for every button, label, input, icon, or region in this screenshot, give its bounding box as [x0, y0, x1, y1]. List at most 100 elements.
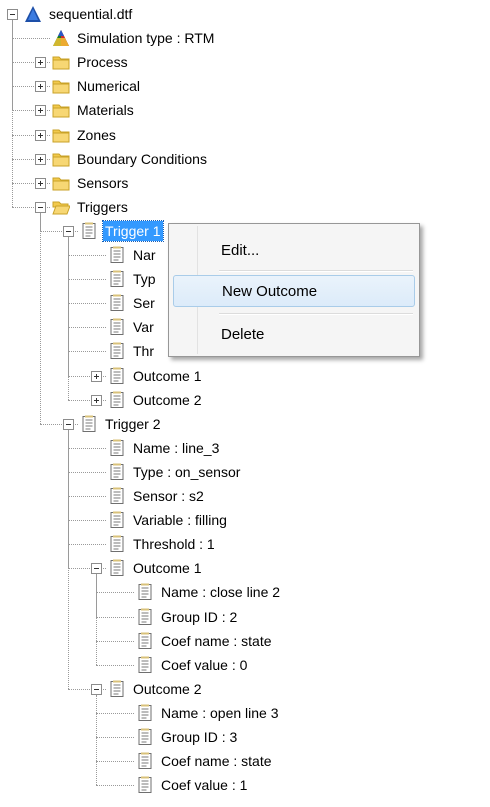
expand-toggle[interactable] [91, 370, 102, 382]
tree-connector [96, 640, 134, 642]
tree-node[interactable]: Nar [108, 244, 158, 266]
tree-node[interactable]: Boundary Conditions [52, 148, 209, 170]
tree-connector [68, 351, 106, 353]
tree-node[interactable]: Simulation type : RTM [52, 27, 216, 49]
folder-icon [52, 53, 70, 71]
tree-node[interactable]: Trigger 2 [80, 413, 163, 435]
expand-toggle[interactable] [35, 177, 46, 189]
tree-node[interactable]: Materials [52, 99, 136, 121]
document-icon [136, 704, 154, 722]
tree-view[interactable]: sequential.dtf Simulation type : RTM Proce… [0, 0, 490, 807]
tree-node[interactable]: Name : line_3 [108, 437, 221, 459]
document-icon [108, 391, 126, 409]
document-icon [108, 439, 126, 457]
tree-node[interactable]: Name : close line 2 [136, 581, 282, 603]
tree-connector [68, 255, 106, 256]
tree-node-label: Sensor : s2 [133, 488, 204, 504]
tree-node[interactable]: Name : open line 3 [136, 702, 281, 724]
tree-node[interactable]: Outcome 1 [108, 365, 203, 387]
tree-node[interactable]: Coef value : 1 [136, 774, 249, 796]
tree-connector [96, 616, 134, 618]
tree-connector [96, 761, 134, 763]
document-icon [136, 608, 154, 626]
folder-icon [52, 77, 70, 95]
document-icon [108, 463, 126, 481]
tree-node[interactable]: sequential.dtf [24, 3, 134, 25]
tree-node[interactable]: Ser [108, 292, 157, 314]
document-icon [108, 487, 126, 505]
context-menu: Edit... New Outcome Delete [168, 223, 420, 357]
tree-node-label: Name : line_3 [133, 439, 220, 456]
tree-node-label: Threshold : 1 [133, 536, 215, 553]
tree-node-label: Coef value : 1 [161, 777, 248, 794]
tree-node[interactable]: Typ [108, 268, 158, 290]
tree-node[interactable]: Coef name : state [136, 630, 274, 652]
tree-node-label: Variable : filling [133, 512, 227, 529]
tree-node[interactable]: Var [108, 316, 156, 338]
tree-connector [96, 592, 134, 594]
tree-connector [96, 785, 134, 787]
tree-node-label: Trigger 1 [102, 219, 164, 242]
tree-node-label: Group ID : 3 [161, 729, 238, 745]
collapse-toggle[interactable] [7, 9, 18, 20]
tree-node-label: Materials [77, 102, 134, 119]
collapse-toggle[interactable] [63, 418, 74, 430]
folder-icon [52, 101, 70, 119]
tree-node[interactable]: Zones [52, 124, 118, 146]
simulation-type-icon [52, 29, 70, 47]
tree-node-label: Var [133, 319, 154, 336]
tree-node[interactable]: Variable : filling [108, 509, 229, 531]
tree-node-label: Sensors [77, 174, 129, 191]
tree-node[interactable]: Process [52, 51, 130, 73]
tree-node-label: Name : open line 3 [161, 704, 279, 721]
tree-node[interactable]: Trigger 1 [80, 219, 164, 242]
tree-node[interactable]: Sensors [52, 172, 130, 194]
tree-node[interactable]: Thr [108, 340, 156, 362]
tree-node-label: Thr [133, 343, 154, 360]
tree-node[interactable]: Triggers [52, 196, 130, 218]
tree-connector [68, 303, 106, 305]
tree-node[interactable]: Sensor : s2 [108, 485, 206, 507]
tree-node-label: Zones [77, 126, 116, 143]
tree-node[interactable]: Outcome 2 [108, 389, 203, 411]
tree-connector [68, 429, 69, 689]
tree-node[interactable]: Threshold : 1 [108, 533, 217, 555]
tree-node-label: sequential.dtf [49, 6, 133, 22]
collapse-toggle[interactable] [63, 225, 74, 237]
menu-item-edit[interactable]: Edit... [173, 234, 415, 266]
tree-node[interactable]: Numerical [52, 75, 142, 97]
expand-toggle[interactable] [35, 57, 46, 69]
tree-node[interactable]: Group ID : 3 [136, 726, 239, 748]
tree-node-label: Outcome 2 [133, 391, 202, 408]
document-icon [80, 415, 98, 433]
expand-toggle[interactable] [35, 105, 46, 117]
folder-icon [52, 126, 70, 144]
tree-connector [96, 664, 134, 666]
collapse-toggle[interactable] [91, 683, 102, 695]
collapse-toggle[interactable] [35, 201, 46, 213]
tree-node[interactable]: Type : on_sensor [108, 461, 242, 483]
menu-item-delete[interactable]: Delete [173, 318, 415, 350]
expand-toggle[interactable] [91, 394, 102, 406]
tree-node[interactable]: Outcome 1 [108, 557, 203, 579]
menu-item-new-outcome[interactable]: New Outcome [173, 275, 415, 307]
document-icon [136, 583, 154, 601]
expand-toggle[interactable] [35, 81, 46, 93]
tree-node[interactable]: Outcome 2 [108, 678, 203, 700]
expand-toggle[interactable] [35, 129, 46, 141]
collapse-toggle[interactable] [91, 563, 102, 575]
tree-node-label: Nar [133, 247, 156, 263]
tree-node-label: Boundary Conditions [77, 150, 207, 167]
document-icon [108, 680, 126, 698]
tree-connector [68, 327, 106, 329]
tree-connector [68, 544, 106, 546]
tree-node[interactable]: Coef name : state [136, 750, 274, 772]
tree-node[interactable]: Coef value : 0 [136, 654, 249, 676]
tree-node[interactable]: Group ID : 2 [136, 606, 239, 628]
document-icon [136, 752, 154, 770]
document-icon [108, 246, 126, 264]
expand-toggle[interactable] [35, 153, 46, 165]
tree-connector [68, 447, 106, 449]
tree-node-label: Triggers [77, 198, 128, 215]
menu-separator [219, 270, 413, 272]
